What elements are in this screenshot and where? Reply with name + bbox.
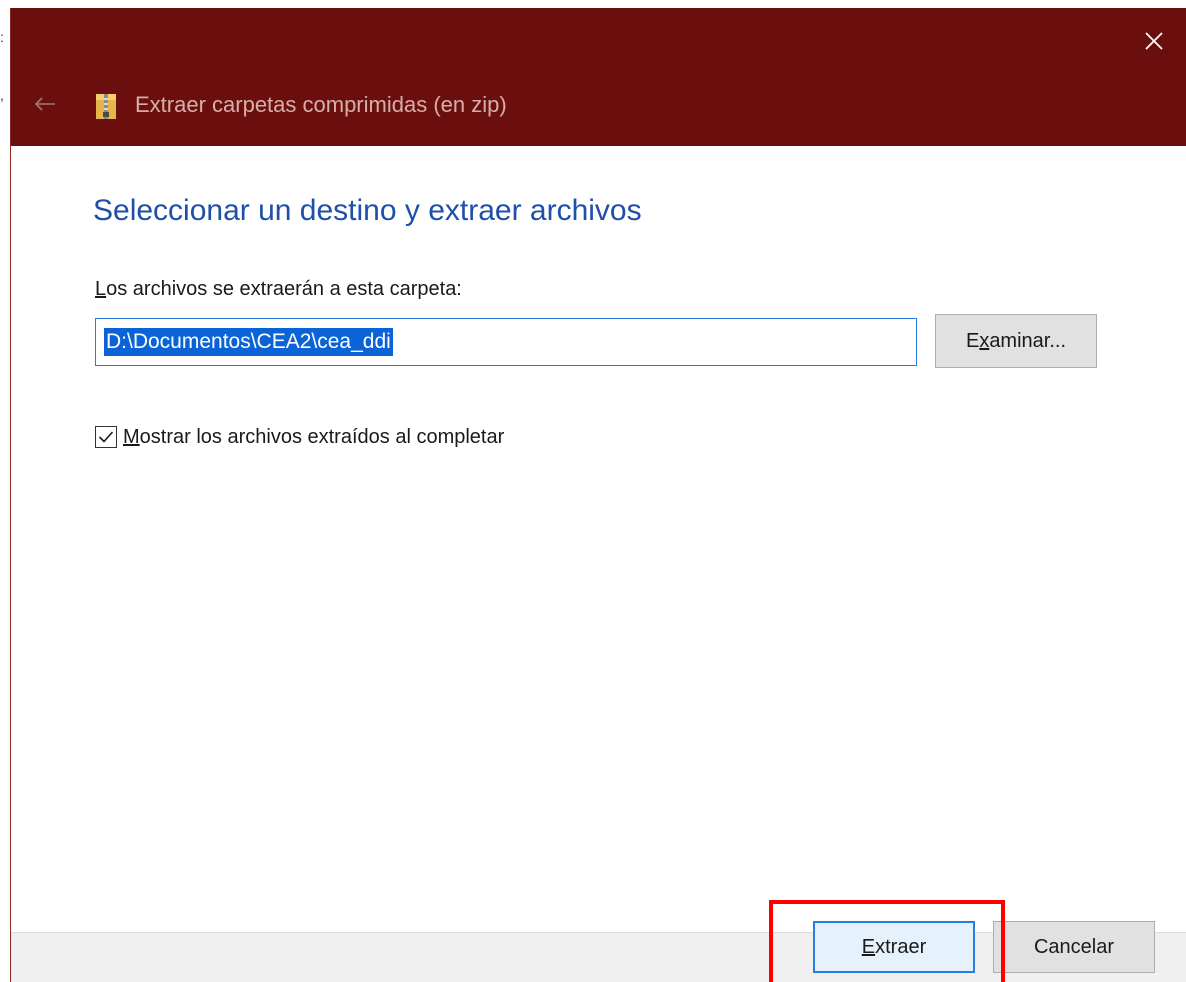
show-extracted-files-option[interactable]: Mostrar los archivos extraídos al comple…	[95, 422, 504, 452]
destination-label-text: os archivos se extraerán a esta carpeta:	[106, 278, 462, 300]
accelerator-key: x	[979, 329, 990, 352]
background-edge-glyph: :	[0, 29, 4, 45]
checkmark-icon	[98, 431, 114, 443]
extract-dialog: Extraer carpetas comprimidas (en zip) Se…	[10, 8, 1186, 982]
accelerator-key: M	[123, 425, 140, 448]
show-extracted-files-label: Mostrar los archivos extraídos al comple…	[123, 426, 504, 449]
arrow-left-icon	[34, 97, 55, 111]
browse-label-prefix: E	[965, 329, 980, 352]
extract-button-label: Extraer	[862, 936, 926, 959]
accelerator-key: L	[95, 278, 107, 300]
back-button[interactable]	[27, 86, 63, 122]
show-files-label-text: ostrar los archivos extraídos al complet…	[139, 425, 505, 448]
page-title: Seleccionar un destino y extraer archivo…	[93, 194, 642, 227]
destination-path-value: D:\Documentos\CEA2\cea_ddi	[104, 328, 393, 356]
destination-path-input[interactable]: D:\Documentos\CEA2\cea_ddi	[95, 318, 917, 366]
cancel-button[interactable]: Cancelar	[993, 921, 1155, 973]
extract-button[interactable]: Extraer	[813, 921, 975, 973]
title-bar: Extraer carpetas comprimidas (en zip)	[11, 8, 1186, 146]
show-extracted-files-checkbox[interactable]	[95, 426, 117, 448]
browse-button-label: Examinar...	[966, 330, 1066, 353]
close-button[interactable]	[1122, 8, 1186, 74]
window-title: Extraer carpetas comprimidas (en zip)	[135, 92, 507, 117]
browse-label-suffix: aminar...	[989, 329, 1067, 352]
destination-label: Los archivos se extraerán a esta carpeta…	[95, 278, 462, 301]
background-edge-glyph: ,	[0, 87, 4, 103]
close-icon	[1145, 32, 1163, 50]
browse-button[interactable]: Examinar...	[935, 314, 1097, 368]
zip-folder-icon	[96, 94, 116, 119]
accelerator-key: E	[861, 935, 876, 958]
extract-label-text: xtraer	[875, 935, 927, 958]
